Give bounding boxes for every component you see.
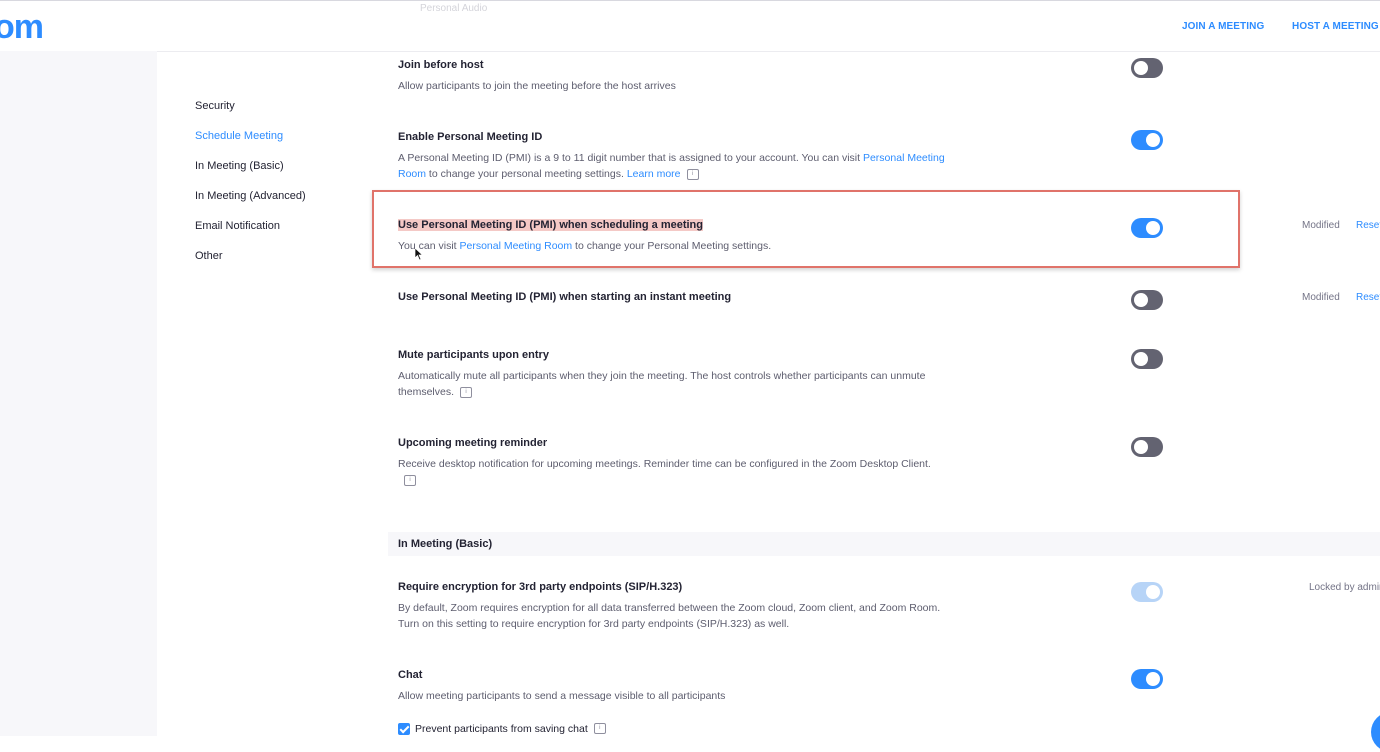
upcoming-reminder-toggle[interactable] [1131, 437, 1163, 457]
setting-enable-pmi: Enable Personal Meeting ID A Personal Me… [398, 131, 958, 182]
setting-description: A Personal Meeting ID (PMI) is a 9 to 11… [398, 150, 958, 182]
left-gutter [0, 51, 157, 736]
reset-link[interactable]: Reset [1356, 220, 1380, 231]
section-title: In Meeting (Basic) [398, 538, 493, 550]
description-text: A Personal Meeting ID (PMI) is a 9 to 11… [398, 152, 863, 164]
top-navigation-bar: om Personal Audio JOIN A MEETING HOST A … [0, 0, 1380, 52]
description-text: to change your personal meeting settings… [426, 168, 627, 180]
modified-status: Modified [1302, 220, 1340, 231]
setting-chat: Chat Allow meeting participants to send … [398, 669, 958, 704]
setting-description: Automatically mute all participants when… [398, 368, 928, 400]
info-icon[interactable]: i [404, 474, 416, 486]
mute-on-entry-toggle[interactable] [1131, 349, 1163, 369]
sidebar-item-security[interactable]: Security [195, 100, 235, 112]
faded-header-text: Personal Audio [420, 3, 488, 14]
setting-title: Require encryption for 3rd party endpoin… [398, 581, 683, 593]
locked-status: Locked by admin [1309, 582, 1380, 593]
join-meeting-link[interactable]: JOIN A MEETING [1182, 21, 1264, 32]
setting-upcoming-reminder: Upcoming meeting reminder Receive deskto… [398, 437, 933, 488]
mouse-pointer-icon [415, 248, 424, 261]
info-icon[interactable]: i [460, 386, 473, 398]
info-icon[interactable]: i [593, 723, 606, 735]
checkbox-label: Prevent participants from saving chat [415, 722, 588, 735]
pmi-instant-toggle[interactable] [1131, 290, 1163, 310]
join-before-host-toggle[interactable] [1131, 58, 1163, 78]
sidebar-item-schedule-meeting[interactable]: Schedule Meeting [195, 130, 283, 142]
sidebar-item-in-meeting-advanced[interactable]: In Meeting (Advanced) [195, 190, 306, 202]
section-header-in-meeting-basic: In Meeting (Basic) [388, 532, 1380, 556]
description-text: Automatically mute all participants when… [398, 370, 926, 398]
sidebar-item-in-meeting-basic[interactable]: In Meeting (Basic) [195, 160, 284, 172]
setting-require-encryption: Require encryption for 3rd party endpoin… [398, 581, 943, 632]
reset-link[interactable]: Reset [1356, 292, 1380, 303]
setting-mute-on-entry: Mute participants upon entry Automatical… [398, 349, 928, 400]
modified-status: Modified [1302, 292, 1340, 303]
setting-title: Upcoming meeting reminder [398, 437, 548, 449]
help-chat-button[interactable] [1371, 712, 1380, 752]
chat-toggle[interactable] [1131, 669, 1163, 689]
sidebar-item-other[interactable]: Other [195, 250, 223, 262]
setting-title: Chat [398, 669, 423, 681]
prevent-saving-chat-option: Prevent participants from saving chat i [398, 720, 606, 738]
enable-pmi-toggle[interactable] [1131, 130, 1163, 150]
setting-title: Join before host [398, 59, 484, 71]
require-encryption-toggle [1131, 582, 1163, 602]
highlight-callout-box [372, 190, 1240, 268]
setting-pmi-instant: Use Personal Meeting ID (PMI) when start… [398, 291, 958, 304]
learn-more-link[interactable]: Learn more [627, 168, 681, 180]
setting-title: Enable Personal Meeting ID [398, 131, 543, 143]
zoom-logo[interactable]: om [0, 10, 44, 44]
setting-description: Allow participants to join the meeting b… [398, 80, 676, 92]
sidebar-item-email-notification[interactable]: Email Notification [195, 220, 280, 232]
setting-description: By default, Zoom requires encryption for… [398, 602, 941, 630]
description-text: Receive desktop notification for upcomin… [398, 458, 931, 470]
host-meeting-menu[interactable]: HOST A MEETING [1292, 21, 1380, 32]
setting-title: Use Personal Meeting ID (PMI) when start… [398, 291, 732, 303]
setting-title: Mute participants upon entry [398, 349, 549, 361]
setting-description: Allow meeting participants to send a mes… [398, 690, 726, 702]
host-meeting-label: HOST A MEETING [1292, 21, 1379, 32]
setting-description: Receive desktop notification for upcomin… [398, 456, 933, 488]
setting-join-before-host: Join before host Allow participants to j… [398, 59, 958, 94]
info-icon[interactable]: i [686, 168, 699, 180]
prevent-saving-chat-checkbox[interactable] [398, 722, 410, 735]
